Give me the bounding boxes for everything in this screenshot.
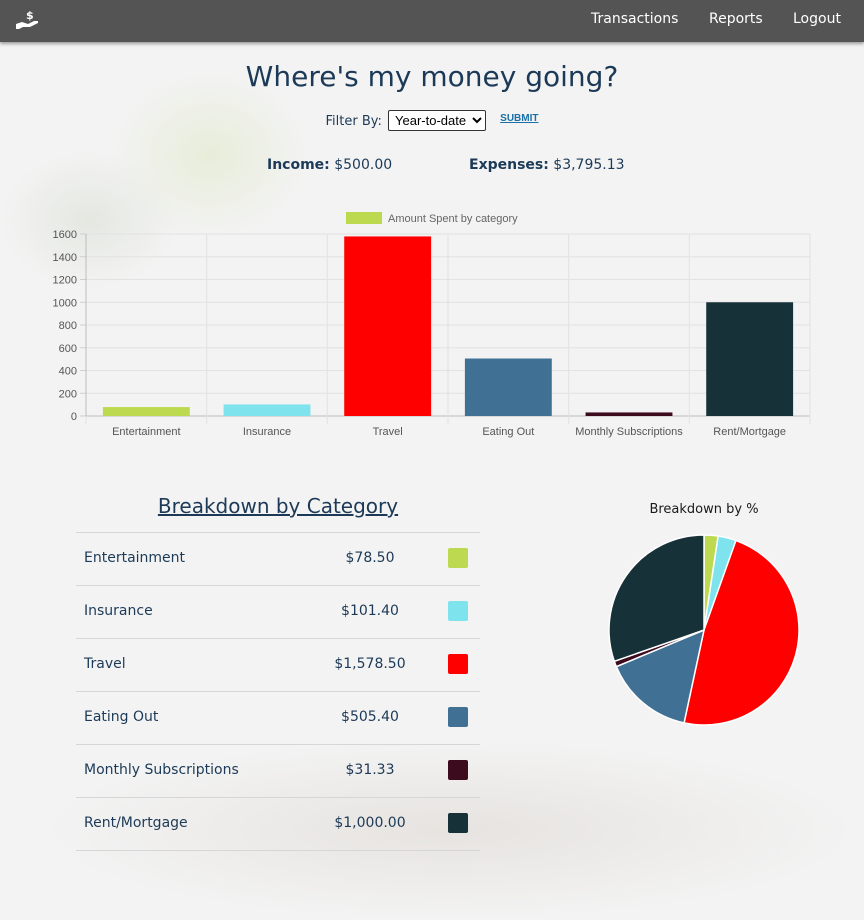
category-row: Entertainment $78.50 — [76, 533, 480, 586]
x-tick-label: Travel — [373, 426, 403, 438]
x-tick-label: Entertainment — [112, 426, 180, 438]
breakdown-title: Breakdown by Category — [157, 494, 399, 518]
expenses-label: Expenses: — [469, 157, 549, 173]
y-tick-label: 1200 — [53, 275, 77, 287]
category-row: Insurance $101.40 — [76, 586, 480, 639]
y-tick-label: 0 — [71, 411, 77, 423]
filter-bar: Filter By: Year-to-date SUBMIT — [0, 110, 864, 131]
nav-logout-link[interactable]: Logout — [793, 11, 841, 27]
bar — [464, 358, 552, 416]
legend-swatch — [346, 212, 382, 224]
x-tick-label: Eating Out — [482, 426, 534, 438]
page-title: Where's my money going? — [245, 60, 619, 93]
category-amount: $1,578.50 — [334, 656, 406, 672]
pie-title: Breakdown by % — [649, 502, 759, 517]
bar — [223, 404, 311, 416]
y-tick-label: 1400 — [53, 252, 77, 264]
expenses-value: $3,795.13 — [553, 157, 625, 173]
category-color-swatch — [448, 813, 468, 833]
y-tick-label: 1000 — [53, 297, 77, 309]
bar — [102, 407, 190, 416]
category-amount: $505.40 — [341, 709, 399, 725]
svg-text:$: $ — [26, 9, 34, 22]
category-color-swatch — [448, 707, 468, 727]
spending-bar-chart: Amount Spent by category 0 200 400 600 800 100… — [53, 212, 811, 438]
category-name: Rent/Mortgage — [84, 815, 188, 831]
category-name: Eating Out — [84, 709, 159, 725]
nav-reports-link[interactable]: Reports — [709, 11, 763, 27]
legend-label: Amount Spent by category — [388, 213, 518, 225]
bar — [585, 412, 673, 416]
top-navbar: $ Transactions Reports Logout — [0, 0, 864, 42]
category-amount: $31.33 — [345, 762, 395, 778]
submit-link[interactable]: SUBMIT — [500, 113, 538, 124]
filter-label: Filter By: — [325, 114, 382, 129]
category-row: Rent/Mortgage $1,000.00 — [76, 798, 480, 851]
x-tick-label: Rent/Mortgage — [713, 426, 786, 438]
bar — [706, 302, 794, 416]
category-name: Insurance — [84, 603, 153, 619]
x-tick-label: Insurance — [243, 426, 291, 438]
y-tick-label: 800 — [59, 320, 77, 332]
category-row: Monthly Subscriptions $31.33 — [76, 745, 480, 798]
income-label: Income: — [267, 157, 330, 173]
filter-select[interactable]: Year-to-date — [388, 110, 487, 131]
category-name: Monthly Subscriptions — [84, 762, 239, 778]
y-tick-label: 200 — [59, 388, 77, 400]
category-row: Eating Out $505.40 — [76, 692, 480, 745]
x-tick-label: Monthly Subscriptions — [575, 426, 683, 438]
income-total: Income: $500.00 — [267, 157, 392, 173]
y-tick-label: 400 — [59, 366, 77, 378]
category-color-swatch — [448, 548, 468, 568]
hand-holding-dollar-icon[interactable]: $ — [14, 8, 40, 34]
category-row: Travel $1,578.50 — [76, 639, 480, 692]
category-table: Entertainment $78.50 Insurance $101.40 Trave… — [76, 532, 480, 851]
category-color-swatch — [448, 760, 468, 780]
y-tick-label: 1600 — [53, 229, 77, 241]
category-color-swatch — [448, 654, 468, 674]
spending-pie-chart — [608, 534, 800, 726]
category-name: Entertainment — [84, 550, 186, 566]
y-tick-label: 600 — [59, 343, 77, 355]
category-amount: $78.50 — [345, 550, 395, 566]
income-value: $500.00 — [334, 157, 393, 173]
category-amount: $101.40 — [341, 603, 399, 619]
category-name: Travel — [84, 656, 126, 672]
category-amount: $1,000.00 — [334, 815, 406, 831]
category-color-swatch — [448, 601, 468, 621]
nav-transactions-link[interactable]: Transactions — [591, 11, 678, 27]
bar — [344, 236, 432, 416]
expenses-total: Expenses: $3,795.13 — [469, 157, 625, 173]
